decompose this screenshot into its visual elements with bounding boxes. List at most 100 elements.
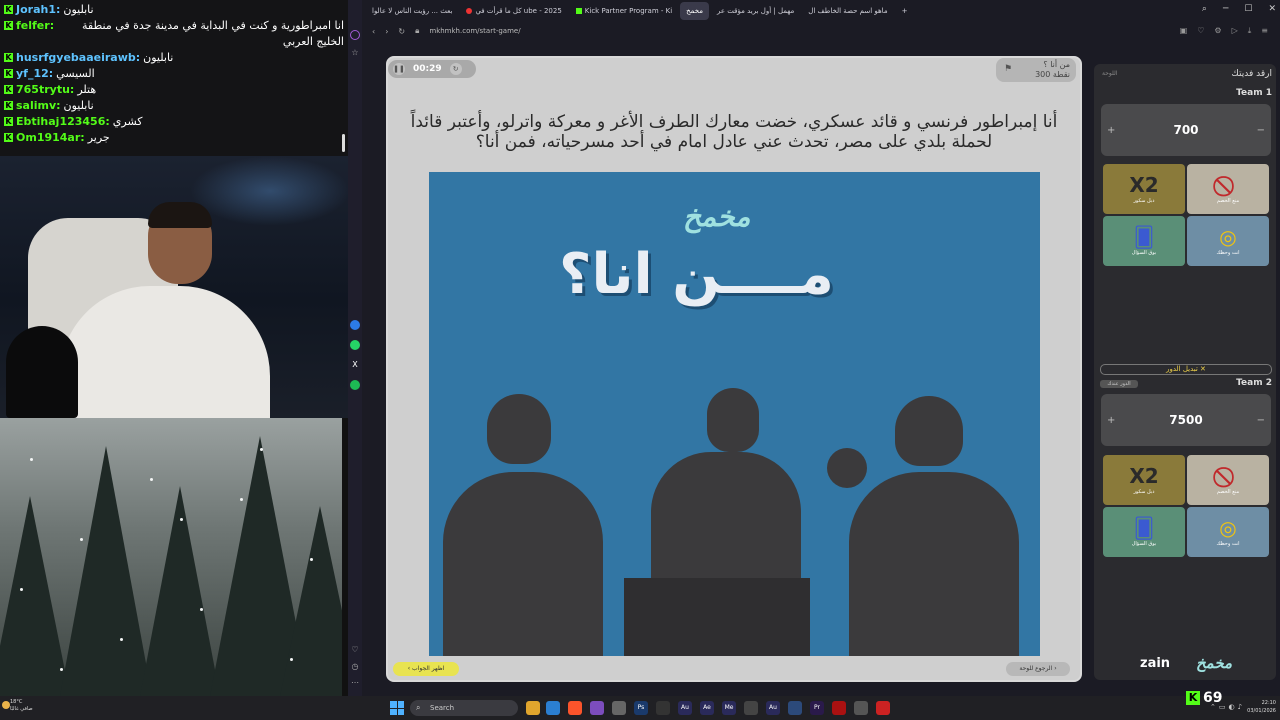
start-button[interactable] [390,701,404,715]
chat-username[interactable]: 765trytu: [16,82,74,98]
whatsapp-icon[interactable] [350,340,360,350]
microphone [6,326,78,418]
stream-chat: K Jorah1: نابليون Kfelfer: انا امبراطورية و … [0,0,348,156]
opera-icon[interactable] [832,701,846,715]
browser-tab[interactable]: بعث ... رؤيت الناس لا عالوا [366,2,458,20]
photoshop-icon[interactable]: Ps [634,701,648,715]
minimize-button[interactable]: ─ [1223,4,1228,14]
screenshot-icon[interactable]: ▣ [1180,26,1188,36]
menu-icon[interactable]: ≡ [1261,26,1268,36]
play-icon[interactable]: ▷ [1232,26,1238,36]
app-icon[interactable] [656,701,670,715]
lifeline-tool[interactable]: ◎ انت وحظك [1187,507,1269,557]
team1-plus-button[interactable]: + [1107,125,1115,136]
app-icon[interactable] [876,701,890,715]
kick-badge-icon: K [4,101,13,110]
board-title: ارقد فديتك [1231,69,1272,79]
browser-tab[interactable]: مخمخ [680,2,709,20]
browser-tab[interactable]: كل ما قرأت في ube - 2025 [460,2,567,20]
spotify-icon[interactable] [350,380,360,390]
chat-message: Kyf_12: السيسي [4,66,344,82]
new-tab-button[interactable]: + [896,2,914,20]
team2-minus-button[interactable]: − [1257,415,1265,426]
audition-icon[interactable]: Au [678,701,692,715]
premiere-icon[interactable]: Pr [810,701,824,715]
team2-plus-button[interactable]: + [1107,415,1115,426]
search-tabs-icon[interactable]: ⌕ [1202,4,1207,14]
chat-username[interactable]: Ebtihaj123456: [16,114,110,130]
after-effects-icon[interactable]: Ae [700,701,714,715]
vscode-icon[interactable] [546,701,560,715]
back-to-board-label: الرجوع للوحة [1019,665,1053,672]
back-icon[interactable]: ‹ [372,27,375,36]
chat-scrollbar[interactable] [342,134,345,152]
window-controls: ⌕ ─ ☐ ✕ [1202,4,1276,14]
clock[interactable]: 22:10 03/01/2026 [1247,699,1276,715]
pause-icon[interactable]: ❚❚ [393,63,405,75]
reload-icon[interactable]: ↻ [398,27,405,36]
snowflake [290,658,293,661]
more-icon[interactable]: ⋯ [350,678,360,688]
chat-username[interactable]: Jorah1: [16,2,60,18]
tab-bar: بعث ... رؤيت الناس لا عالوا كل ما قرأت في… [366,2,1280,20]
lifeline-icon: ◎ [1219,516,1237,540]
lifeline-tool[interactable]: ⃠منع الخصم [1187,164,1269,214]
browser-tab[interactable]: مهمل | أول بريد مؤقت عر [711,2,800,20]
taskbar-search[interactable]: Search [410,700,518,716]
chat-message: Kfelfer: انا امبراطورية و كنت في البداية … [4,18,344,50]
flag-icon[interactable]: ⚑ [1004,64,1012,74]
file-explorer-icon[interactable] [526,701,540,715]
app-icon[interactable] [788,701,802,715]
snowflake [200,608,203,611]
heart-icon[interactable]: ♡ [350,645,360,655]
app-icon[interactable] [854,701,868,715]
close-button[interactable]: ✕ [1268,4,1276,14]
audition-icon[interactable]: Au [766,701,780,715]
lifeline-tool[interactable]: ◎ انت وحظك [1187,216,1269,266]
lifeline-tool[interactable]: X2 دبل سكور [1103,164,1185,214]
snowflake [20,588,23,591]
url-field[interactable]: mkhmkh.com/start-game/ [429,27,520,35]
visual-studio-icon[interactable] [590,701,604,715]
lifeline-tool[interactable]: ⃠منع الخصم [1187,455,1269,505]
maximize-button[interactable]: ☐ [1244,4,1252,14]
brave-icon[interactable] [568,701,582,715]
address-bar: ‹ › ↻ 🔒︎ mkhmkh.com/start-game/ ▣ ♡ ⚙ ▷ … [366,22,1276,40]
chat-username[interactable]: felfer: [16,18,54,34]
chat-text: جرير [87,131,110,144]
show-answer-button[interactable]: ‹ اظهر الجواب [393,662,459,676]
chat-message: K Om1914ar: جرير [4,130,344,146]
show-answer-label: اظهر الجواب [412,665,445,672]
lock-icon: 🔒︎ [415,26,420,35]
browser-tab[interactable]: ماهو اسم حصة الخاطف ال [802,2,893,20]
lifeline-icon: 🂠 [1133,225,1155,249]
app-icon[interactable] [612,701,626,715]
silhouette-body [443,472,603,656]
sidebar-app-icon[interactable] [350,30,360,40]
x-icon[interactable]: X [350,360,360,370]
chat-username[interactable]: Om1914ar: [16,130,85,146]
browser-tab[interactable]: Kick Partner Program - Ki [570,2,678,20]
bookmark-icon[interactable]: ♡ [1197,26,1204,36]
lifeline-tool[interactable]: X2 دبل سكور [1103,455,1185,505]
chat-username[interactable]: salimv: [16,98,61,114]
lifeline-tool[interactable]: 🂠 بوق السؤال [1103,216,1185,266]
chat-username[interactable]: husrfgyebaaeirawb: [16,50,140,66]
lifeline-tool[interactable]: 🂠 بوق السؤال [1103,507,1185,557]
swap-turn-button[interactable]: تبديل الدور ✕ [1100,364,1272,375]
messenger-icon[interactable] [350,320,360,330]
lifeline-icon: X2 [1129,173,1159,197]
app-icon[interactable] [744,701,758,715]
team1-minus-button[interactable]: − [1257,125,1265,136]
back-to-board-button[interactable]: الرجوع للوحة › [1006,662,1070,676]
download-icon[interactable]: ⤓ [1248,26,1252,36]
history-icon[interactable]: ◷ [350,662,360,672]
sidebar-star-icon[interactable]: ☆ [350,48,360,58]
chat-username[interactable]: yf_12: [16,66,53,82]
forward-icon[interactable]: › [385,27,388,36]
extension-icon[interactable]: ⚙ [1214,26,1221,36]
reset-timer-icon[interactable]: ↻ [449,63,462,75]
media-encoder-icon[interactable]: Me [722,701,736,715]
system-tray[interactable]: ⌃▭◐♪ [1210,703,1245,711]
weather-widget[interactable]: 18°C صافي غالبًا [10,699,33,713]
